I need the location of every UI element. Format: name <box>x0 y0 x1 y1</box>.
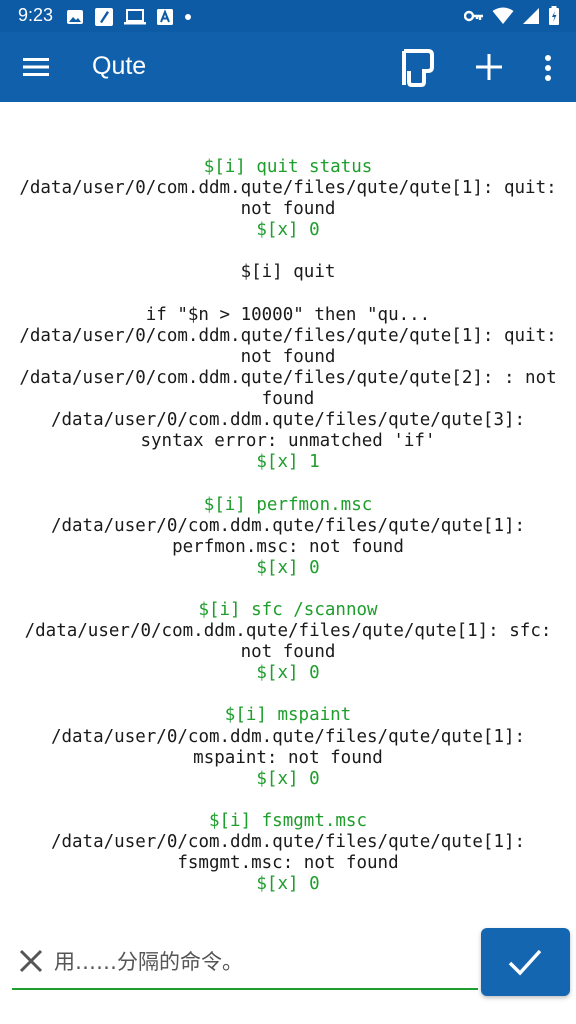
console-output-line: not found <box>240 199 336 220</box>
menu-icon[interactable] <box>20 52 52 82</box>
console-command-line: $[i] quit status <box>203 157 373 177</box>
add-icon[interactable] <box>472 50 506 84</box>
app-title: Qute <box>92 52 147 80</box>
console-command-line: $[x] 0 <box>256 220 320 241</box>
battery-icon <box>549 6 559 25</box>
console-command-line: $[i] mspaint <box>224 705 352 726</box>
console-output-line: mspaint: not found <box>193 747 383 768</box>
console-output-line: /data/user/0/com.ddm.qute/files/qute/qut… <box>19 325 557 346</box>
status-bar: 9:23 <box>0 0 576 32</box>
edit-note-icon <box>95 8 113 26</box>
console-output-line: /data/user/0/com.ddm.qute/files/qute/qut… <box>50 726 526 747</box>
console-command-line: $[x] 0 <box>256 663 320 684</box>
cell-signal-icon <box>523 8 539 24</box>
console-command-line: $[x] 1 <box>256 452 320 473</box>
console-command-line: $[x] 0 <box>256 557 320 578</box>
console-command-line: $[i] fsmgmt.msc <box>208 810 368 831</box>
image-icon <box>67 10 83 24</box>
console-output[interactable]: $[i] quit status/data/user/0/com.ddm.qut… <box>0 102 576 914</box>
console-lines: $[i] quit status/data/user/0/com.ddm.qut… <box>0 157 576 895</box>
console-output-line: /data/user/0/com.ddm.qute/files/qute/qut… <box>19 178 557 199</box>
command-input[interactable] <box>52 942 476 982</box>
status-time: 9:23 <box>18 5 54 25</box>
font-icon <box>157 9 173 25</box>
console-output-line: /data/user/0/com.ddm.qute/files/qute/qut… <box>50 515 526 536</box>
console-output-line: syntax error: unmatched 'if' <box>140 431 436 452</box>
console-output-line: /data/user/0/com.ddm.qute/files/qute/qut… <box>50 832 526 852</box>
console-output-line: found <box>261 389 315 410</box>
submit-button[interactable] <box>481 928 570 996</box>
vpn-key-icon <box>464 10 483 22</box>
console-output-line: /data/user/0/com.ddm.qute/files/qute/qut… <box>19 367 557 388</box>
console-output-line: /data/user/0/com.ddm.qute/files/qute/qut… <box>50 410 526 431</box>
console-command-line: $[x] 0 <box>256 874 320 895</box>
laptop-icon <box>124 9 146 25</box>
status-system-icons <box>464 6 560 26</box>
console-command-line: $[i] perfmon.msc <box>203 494 373 515</box>
console-command-line: $[x] 0 <box>256 768 320 789</box>
clear-icon[interactable] <box>18 948 44 974</box>
console-output-line: if "$n > 10000" then "qu... <box>145 304 431 325</box>
command-input-wrapper <box>12 936 478 990</box>
console-output-line: not found <box>240 346 336 367</box>
dot-icon <box>185 14 191 20</box>
wifi-icon <box>492 7 514 24</box>
app-bar: Qute <box>0 32 576 102</box>
console-output-line: perfmon.msc: not found <box>172 536 404 557</box>
console-output-line: /data/user/0/com.ddm.qute/files/qute/qut… <box>24 621 552 642</box>
more-vert-icon[interactable] <box>538 52 558 84</box>
console-output-line: $[i] quit <box>240 262 336 283</box>
console-output-line: fsmgmt.msc: not found <box>177 853 399 874</box>
console-command-line: $[i] sfc /scannow <box>198 599 378 620</box>
wrap-text-icon[interactable] <box>398 47 438 87</box>
status-notification-icons <box>66 7 192 27</box>
check-icon <box>508 949 542 976</box>
console-output-line: not found <box>240 642 336 663</box>
